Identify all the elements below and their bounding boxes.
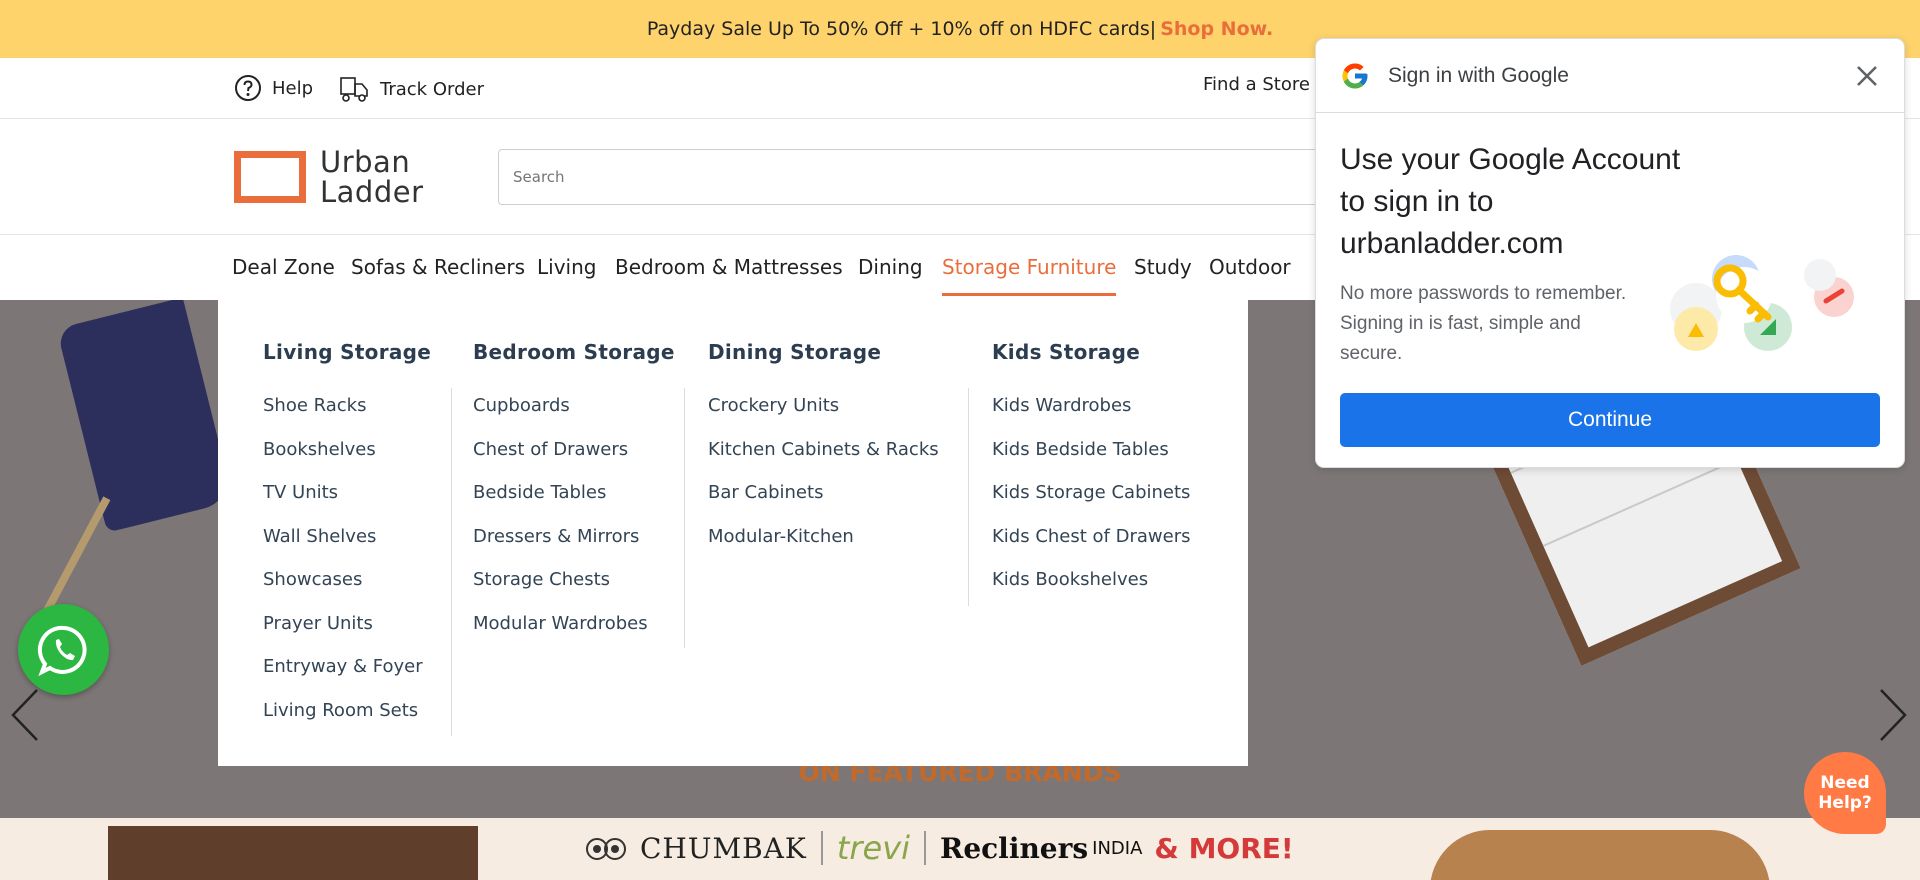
menu-item[interactable]: Cupboards	[473, 384, 648, 428]
google-signin-title: Use your Google Account to sign in to ur…	[1340, 143, 1681, 260]
google-signin-description: No more passwords to remember. Signing i…	[1340, 283, 1627, 364]
logo-mark	[234, 151, 306, 203]
menu-item[interactable]: Prayer Units	[263, 602, 423, 646]
menu-item[interactable]: Kids Chest of Drawers	[992, 515, 1190, 559]
armchair-image	[56, 300, 234, 533]
menu-item[interactable]: Modular-Kitchen	[708, 515, 939, 559]
whatsapp-icon	[37, 625, 87, 676]
menu-divider	[451, 388, 452, 736]
logo-line1: Urban	[320, 145, 411, 179]
menu-divider	[684, 388, 685, 648]
recliners-india-label: INDIA	[1092, 837, 1143, 859]
trevi-logo: trevi	[836, 829, 911, 867]
menu-item[interactable]: TV Units	[263, 471, 423, 515]
chevron-left-icon	[11, 689, 38, 741]
logo-line2: Ladder	[320, 175, 424, 209]
track-order-link[interactable]: Track Order	[338, 74, 484, 104]
chumbak-logo: CHUMBAK	[640, 831, 807, 865]
menu-item[interactable]: Kids Storage Cabinets	[992, 471, 1190, 515]
menu-item[interactable]: Bookshelves	[263, 428, 423, 472]
need-help-button[interactable]: Need Help?	[1804, 752, 1886, 834]
menu-item[interactable]: Kids Wardrobes	[992, 384, 1190, 428]
menu-item[interactable]: Showcases	[263, 558, 423, 602]
chevron-right-icon	[1880, 689, 1907, 741]
nav-storage-furniture[interactable]: Storage Furniture	[942, 255, 1117, 296]
menu-item[interactable]: Modular Wardrobes	[473, 602, 648, 646]
nav-sofas-recliners[interactable]: Sofas & Recliners	[351, 255, 525, 293]
brand-separator	[820, 831, 823, 865]
menu-heading-kids-storage[interactable]: Kids Storage	[992, 340, 1140, 364]
recliners-logo: Recliners	[940, 831, 1089, 865]
menu-item[interactable]: Shoe Racks	[263, 384, 423, 428]
menu-item[interactable]: Wall Shelves	[263, 515, 423, 559]
menu-heading-dining-storage[interactable]: Dining Storage	[708, 340, 881, 364]
promo-text: Payday Sale Up To 50% Off + 10% off on H…	[646, 18, 1157, 40]
google-signin-header-title: Sign in with Google	[1388, 63, 1569, 87]
nav-outdoor[interactable]: Outdoor	[1209, 255, 1291, 293]
truck-icon	[340, 77, 368, 102]
brand-banner[interactable]: CHUMBAK trevi Recliners INDIA & MORE!	[0, 818, 1920, 880]
continue-button[interactable]: Continue	[1340, 393, 1880, 447]
menu-divider	[968, 388, 969, 606]
menu-item[interactable]: Entryway & Foyer	[263, 645, 423, 689]
storage-mega-menu: Living Storage Shoe Racks Bookshelves TV…	[218, 300, 1248, 766]
brand-separator	[924, 831, 927, 865]
help-icon	[235, 75, 261, 101]
menu-heading-bedroom-storage[interactable]: Bedroom Storage	[473, 340, 675, 364]
urban-ladder-logo[interactable]: Urban Ladder	[234, 147, 424, 207]
nav-study[interactable]: Study	[1134, 255, 1192, 293]
menu-item[interactable]: Chest of Drawers	[473, 428, 648, 472]
find-store-label: Find a Store	[1203, 74, 1310, 95]
need-help-line2: Help?	[1818, 793, 1872, 813]
menu-heading-living-storage[interactable]: Living Storage	[263, 340, 431, 364]
track-order-label: Track Order	[380, 78, 484, 100]
close-icon	[1857, 66, 1877, 86]
brand-logos: CHUMBAK trevi Recliners INDIA & MORE!	[584, 824, 1294, 872]
google-signin-header: Sign in with Google	[1316, 39, 1904, 113]
nav-bedroom-mattresses[interactable]: Bedroom & Mattresses	[615, 255, 843, 293]
sofa-image	[1430, 830, 1770, 880]
tv-unit-image	[108, 826, 478, 880]
whatsapp-button[interactable]	[18, 604, 109, 695]
close-button[interactable]	[1854, 63, 1880, 93]
carousel-prev-button[interactable]	[2, 680, 48, 750]
menu-item[interactable]: Dressers & Mirrors	[473, 515, 648, 559]
nav-deal-zone[interactable]: Deal Zone	[232, 255, 335, 293]
menu-item[interactable]: Kids Bedside Tables	[992, 428, 1190, 472]
and-more-label: & MORE!	[1154, 831, 1294, 865]
menu-item[interactable]: Kids Bookshelves	[992, 558, 1190, 602]
google-signin-dialog: Sign in with Google Use your Google Acco…	[1315, 38, 1905, 468]
menu-item[interactable]: Bedside Tables	[473, 471, 648, 515]
owl-icon	[586, 838, 626, 860]
help-link[interactable]: Help	[234, 74, 313, 102]
google-g-icon	[1342, 63, 1368, 88]
menu-item[interactable]: Storage Chests	[473, 558, 648, 602]
menu-item[interactable]: Kitchen Cabinets & Racks	[708, 428, 939, 472]
nav-living[interactable]: Living	[537, 255, 596, 293]
logo-wordmark: Urban Ladder	[320, 147, 424, 207]
menu-item[interactable]: Crockery Units	[708, 384, 939, 428]
shop-now-link[interactable]: Shop Now.	[1160, 18, 1273, 40]
menu-item[interactable]: Living Room Sets	[263, 689, 423, 733]
carousel-next-button[interactable]	[1870, 680, 1916, 750]
key-illustration	[1670, 255, 1854, 351]
menu-item[interactable]: Bar Cabinets	[708, 471, 939, 515]
help-label: Help	[272, 77, 314, 99]
need-help-line1: Need	[1820, 773, 1870, 793]
nav-dining[interactable]: Dining	[858, 255, 923, 293]
find-store-link[interactable]: Find a Store	[1203, 74, 1310, 95]
